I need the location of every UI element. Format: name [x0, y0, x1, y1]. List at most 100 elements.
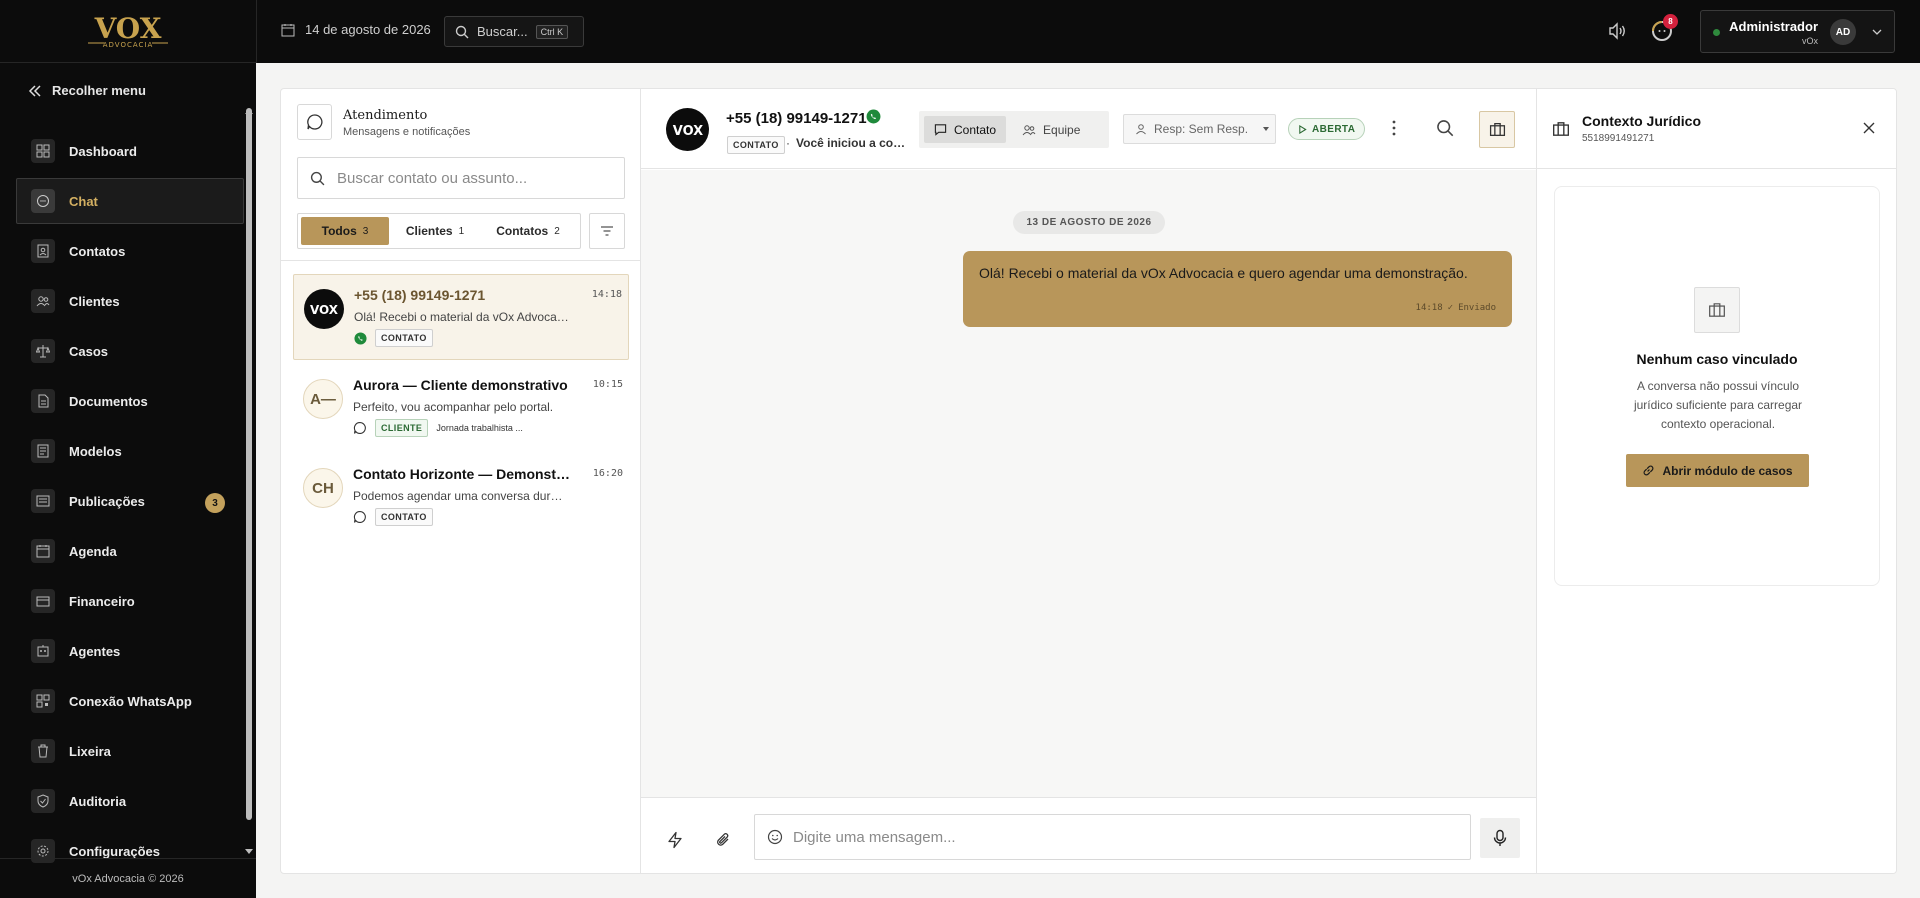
message-list: 13 DE AGOSTO DE 2026 Olá! Recebi o mater…	[641, 170, 1536, 797]
global-search-button[interactable]: Buscar... Ctrl K	[444, 16, 584, 47]
user-name: Administrador	[1729, 19, 1818, 34]
chat-icon	[31, 189, 55, 213]
sidebar-footer: vOx Advocacia © 2026	[0, 858, 256, 898]
templates-icon	[31, 439, 55, 463]
message-text: Olá! Recebi o material da vOx Advocacia …	[979, 265, 1468, 281]
conversation-time: 10:15	[592, 379, 623, 390]
link-icon	[1644, 465, 1654, 476]
quick-replies-button[interactable]	[666, 831, 684, 849]
status-badge[interactable]: ABERTA	[1288, 118, 1366, 140]
search-in-chat-button[interactable]	[1436, 119, 1454, 137]
conversation-item[interactable]: VOX +55 (18) 99149-1271 14:18 Olá! Receb…	[293, 274, 629, 360]
sidebar-item-label: Chat	[69, 193, 98, 209]
scroll-down-arrow-icon[interactable]	[245, 849, 253, 854]
user-menu-button[interactable]: Administrador vOx AD	[1700, 10, 1895, 53]
legal-context-toggle-button[interactable]	[1479, 111, 1515, 148]
sidebar-item-auditoria[interactable]: Auditoria	[16, 778, 244, 824]
advanced-filter-button[interactable]	[589, 213, 625, 249]
scroll-up-arrow-icon[interactable]	[245, 109, 253, 114]
responsible-label: Resp: Sem Resp.	[1154, 122, 1249, 136]
conversation-time: 16:20	[592, 468, 623, 479]
search-shortcut: Ctrl K	[535, 24, 569, 39]
empty-state-description: A conversa não possui vínculo jurídico s…	[1633, 379, 1803, 431]
sidebar-item-agentes[interactable]: Agentes	[16, 628, 244, 674]
paperclip-icon	[717, 833, 729, 846]
open-cases-label: Abrir módulo de casos	[1662, 463, 1793, 478]
conversation-search-input[interactable]: Buscar contato ou assunto...	[297, 157, 625, 199]
conversation-name: Aurora — Cliente demonstrativo	[353, 377, 568, 393]
speaker-icon	[1609, 22, 1625, 40]
conversation-filter-tabs: Todos 3 Clientes 1 Contatos 2	[297, 213, 581, 249]
brand-logo[interactable]: VOX ADVOCACIA	[0, 0, 256, 63]
chat-contact-phone: +55 (18) 99149-1271	[726, 110, 867, 127]
message-bubble-outgoing[interactable]: Olá! Recebi o material da vOx Advocacia …	[963, 251, 1512, 327]
close-panel-button[interactable]	[1862, 121, 1876, 135]
sidebar-item-clientes[interactable]: Clientes	[16, 278, 244, 324]
collapse-menu-button[interactable]: Recolher menu	[28, 83, 146, 98]
sidebar-item-label: Auditoria	[69, 793, 127, 809]
check-icon: ✓	[1447, 303, 1454, 313]
empty-state-card: Nenhum caso vinculado A conversa não pos…	[1554, 186, 1880, 586]
sidebar-item-modelos[interactable]: Modelos	[16, 428, 244, 474]
sidebar-item-lixeira[interactable]: Lixeira	[16, 728, 244, 774]
sidebar-item-label: Agenda	[69, 543, 117, 559]
clients-icon	[31, 289, 55, 313]
sidebar-item-financeiro[interactable]: Financeiro	[16, 578, 244, 624]
briefcase-icon	[1694, 287, 1740, 333]
publications-count-badge: 3	[205, 493, 225, 513]
sidebar-item-casos[interactable]: Casos	[16, 328, 244, 374]
dashboard-icon	[31, 139, 55, 163]
double-chevron-left-icon	[28, 84, 41, 97]
conversation-preview: Podemos agendar uma conversa durante a s…	[353, 489, 568, 503]
tab-equipe[interactable]: Equipe	[1012, 116, 1090, 143]
chat-bubble-icon	[353, 422, 366, 434]
team-icon	[1022, 124, 1036, 135]
chat-status-line: ·Você iniciou a conversa	[786, 136, 912, 150]
attach-file-button[interactable]	[714, 831, 732, 849]
sidebar-item-conexao-whatsapp[interactable]: Conexão WhatsApp	[16, 678, 244, 724]
conversation-name: Contato Horizonte — Demonstração	[353, 466, 571, 482]
wallet-icon	[31, 589, 55, 613]
sidebar-item-contatos[interactable]: Contatos	[16, 228, 244, 274]
conversation-item[interactable]: A— Aurora — Cliente demonstrativo 10:15 …	[293, 365, 629, 451]
more-options-button[interactable]	[1387, 117, 1401, 139]
shield-icon	[31, 789, 55, 813]
notifications-button[interactable]: 8	[1651, 14, 1678, 42]
current-date-text: 14 de agosto de 2026	[305, 22, 431, 37]
whatsapp-connection-icon	[31, 689, 55, 713]
avatar: A—	[303, 379, 343, 419]
tab-label: Contato	[954, 122, 997, 137]
message-meta: 14:18 ✓ Enviado	[1416, 303, 1496, 313]
sidebar-item-dashboard[interactable]: Dashboard	[16, 128, 244, 174]
sidebar-item-publicacoes[interactable]: Publicações 3	[16, 478, 244, 524]
filter-tab-label: Contatos	[496, 224, 549, 238]
sidebar-item-chat[interactable]: Chat	[16, 178, 244, 224]
sound-toggle-button[interactable]	[1607, 21, 1627, 41]
conversation-tag: CONTATO	[375, 508, 433, 526]
tab-contato[interactable]: Contato	[924, 116, 1007, 143]
sidebar-item-label: Conexão WhatsApp	[69, 693, 192, 709]
sidebar-scrollbar[interactable]	[246, 108, 252, 820]
whatsapp-icon	[866, 109, 881, 124]
open-cases-module-button[interactable]: Abrir módulo de casos	[1626, 454, 1809, 487]
message-square-icon	[934, 124, 947, 136]
conversation-name: +55 (18) 99149-1271	[354, 287, 486, 303]
publications-icon	[31, 489, 55, 513]
sidebar-item-agenda[interactable]: Agenda	[16, 528, 244, 574]
message-input[interactable]: Digite uma mensagem...	[754, 814, 1471, 860]
record-audio-button[interactable]	[1480, 818, 1520, 858]
collapse-menu-label: Recolher menu	[52, 83, 146, 98]
sidebar-nav: Dashboard Chat Contatos Clientes Casos D…	[16, 128, 244, 878]
filter-tab-todos[interactable]: Todos 3	[301, 217, 389, 245]
divider	[281, 260, 641, 261]
filter-tab-count: 2	[554, 225, 560, 237]
filter-tab-contatos[interactable]: Contatos 2	[481, 217, 575, 245]
avatar: VOX	[304, 289, 344, 329]
responsible-select[interactable]: Resp: Sem Resp.	[1123, 114, 1276, 144]
conversation-item[interactable]: CH Contato Horizonte — Demonstração 16:2…	[293, 454, 629, 540]
notifications-count-badge: 8	[1663, 14, 1678, 29]
filter-tab-clientes[interactable]: Clientes 1	[389, 217, 481, 245]
date-divider: 13 DE AGOSTO DE 2026	[1013, 211, 1165, 234]
search-icon	[455, 25, 469, 38]
sidebar-item-documentos[interactable]: Documentos	[16, 378, 244, 424]
